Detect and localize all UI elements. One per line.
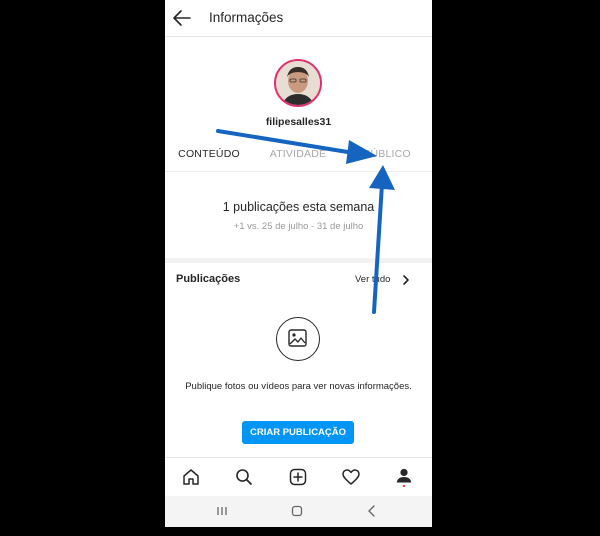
home-circle-icon[interactable] — [290, 504, 304, 518]
tabs-divider — [165, 171, 432, 172]
recent-apps-icon[interactable] — [215, 504, 229, 518]
top-bar: Informações — [165, 0, 432, 37]
see-all-link[interactable]: Ver tudo — [355, 274, 390, 285]
home-icon[interactable] — [181, 467, 201, 487]
photo-placeholder-icon — [276, 317, 320, 361]
heart-icon[interactable] — [341, 467, 361, 487]
page-title: Informações — [209, 10, 284, 25]
search-icon[interactable] — [234, 467, 254, 487]
add-post-icon[interactable] — [288, 467, 308, 487]
phone-screen: Informações filipesalles31 CONTEÚDO ATIV… — [165, 0, 432, 527]
bottom-nav — [165, 457, 432, 495]
avatar — [274, 59, 322, 107]
tab-publico[interactable]: PÚBLICO — [343, 142, 431, 172]
tab-conteudo[interactable]: CONTEÚDO — [165, 142, 253, 172]
empty-state-text: Publique fotos ou vídeos para ver novas … — [185, 381, 412, 392]
profile-icon[interactable] — [394, 467, 414, 487]
weekly-comparison: +1 vs. 25 de julho - 31 de julho — [233, 221, 364, 232]
create-post-button[interactable]: CRIAR PUBLICAÇÃO — [242, 421, 354, 444]
tab-bar: CONTEÚDO ATIVIDADE PÚBLICO — [165, 142, 432, 172]
tab-atividade[interactable]: ATIVIDADE — [254, 142, 342, 172]
section-divider — [165, 258, 432, 263]
weekly-summary: 1 publicações esta semana — [222, 200, 375, 214]
publications-heading: Publicações — [176, 273, 241, 285]
username: filipesalles31 — [265, 116, 332, 128]
system-nav-bar — [165, 496, 432, 527]
back-icon[interactable] — [365, 504, 379, 518]
arrow-left-icon[interactable] — [171, 7, 193, 29]
chevron-right-icon[interactable] — [401, 274, 411, 286]
